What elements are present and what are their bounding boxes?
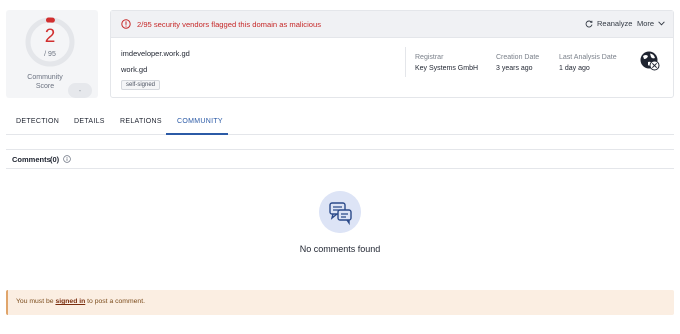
refresh-icon: [585, 20, 593, 27]
creation-date-info: Creation Date 3 years ago: [496, 52, 539, 74]
divider: [405, 47, 406, 77]
signin-prefix: You must be: [16, 298, 56, 305]
active-tab-indicator: [166, 133, 228, 135]
detection-total: / 95: [44, 51, 56, 58]
empty-state-text: No comments found: [299, 244, 381, 254]
alert-text: 2/95 security vendors flagged this domai…: [137, 20, 322, 29]
signin-suffix: to post a comment.: [85, 298, 145, 305]
score-card: 2 / 95 Community Score -: [6, 10, 98, 98]
domain-name: imdeveloper.work.gd: [121, 49, 190, 58]
comments-count: (0): [50, 155, 60, 164]
alert-circle-icon: [121, 19, 131, 29]
registrar-label: Registrar: [415, 54, 444, 61]
globe-link-icon[interactable]: [639, 50, 661, 72]
creation-date-value: 3 years ago: [496, 65, 533, 72]
tab-relations[interactable]: RELATIONS: [120, 118, 162, 125]
last-analysis-value: 1 day ago: [559, 65, 590, 72]
alert-bar: 2/95 security vendors flagged this domai…: [111, 11, 673, 38]
more-label: More: [637, 19, 655, 28]
parent-domain: work.gd: [121, 65, 148, 74]
tab-bar: DETECTION DETAILS RELATIONS COMMUNITY: [6, 113, 674, 135]
community-score-value: -: [68, 83, 92, 98]
tab-detection[interactable]: DETECTION: [16, 118, 59, 125]
more-menu-button[interactable]: More: [637, 19, 665, 28]
certificate-tag[interactable]: self-signed: [121, 80, 161, 90]
tab-community[interactable]: COMMUNITY: [177, 118, 223, 125]
tab-details[interactable]: DETAILS: [74, 118, 105, 125]
chevron-down-icon: [658, 21, 665, 26]
comments-header: Comments (0): [6, 149, 674, 169]
signin-banner: You must be signed in to post a comment.: [6, 290, 674, 315]
last-analysis-label: Last Analysis Date: [559, 54, 617, 61]
detection-count: 2: [44, 26, 56, 47]
signin-message: You must be signed in to post a comment.: [16, 298, 145, 305]
comments-icon: [319, 191, 361, 233]
creation-date-label: Creation Date: [496, 54, 540, 61]
summary-panel: 2/95 security vendors flagged this domai…: [110, 10, 674, 98]
comments-title: Comments: [12, 155, 51, 164]
registrar-value: Key Systems GmbH: [415, 65, 479, 72]
reanalyze-label: Reanalyze: [597, 19, 633, 28]
signin-link[interactable]: signed in: [55, 298, 85, 305]
last-analysis-info: Last Analysis Date 1 day ago: [559, 52, 617, 74]
community-score-label: Community Score: [27, 74, 63, 90]
reanalyze-button[interactable]: Reanalyze: [585, 19, 632, 28]
info-icon[interactable]: [63, 155, 71, 163]
registrar-info: Registrar Key Systems GmbH: [415, 52, 478, 74]
